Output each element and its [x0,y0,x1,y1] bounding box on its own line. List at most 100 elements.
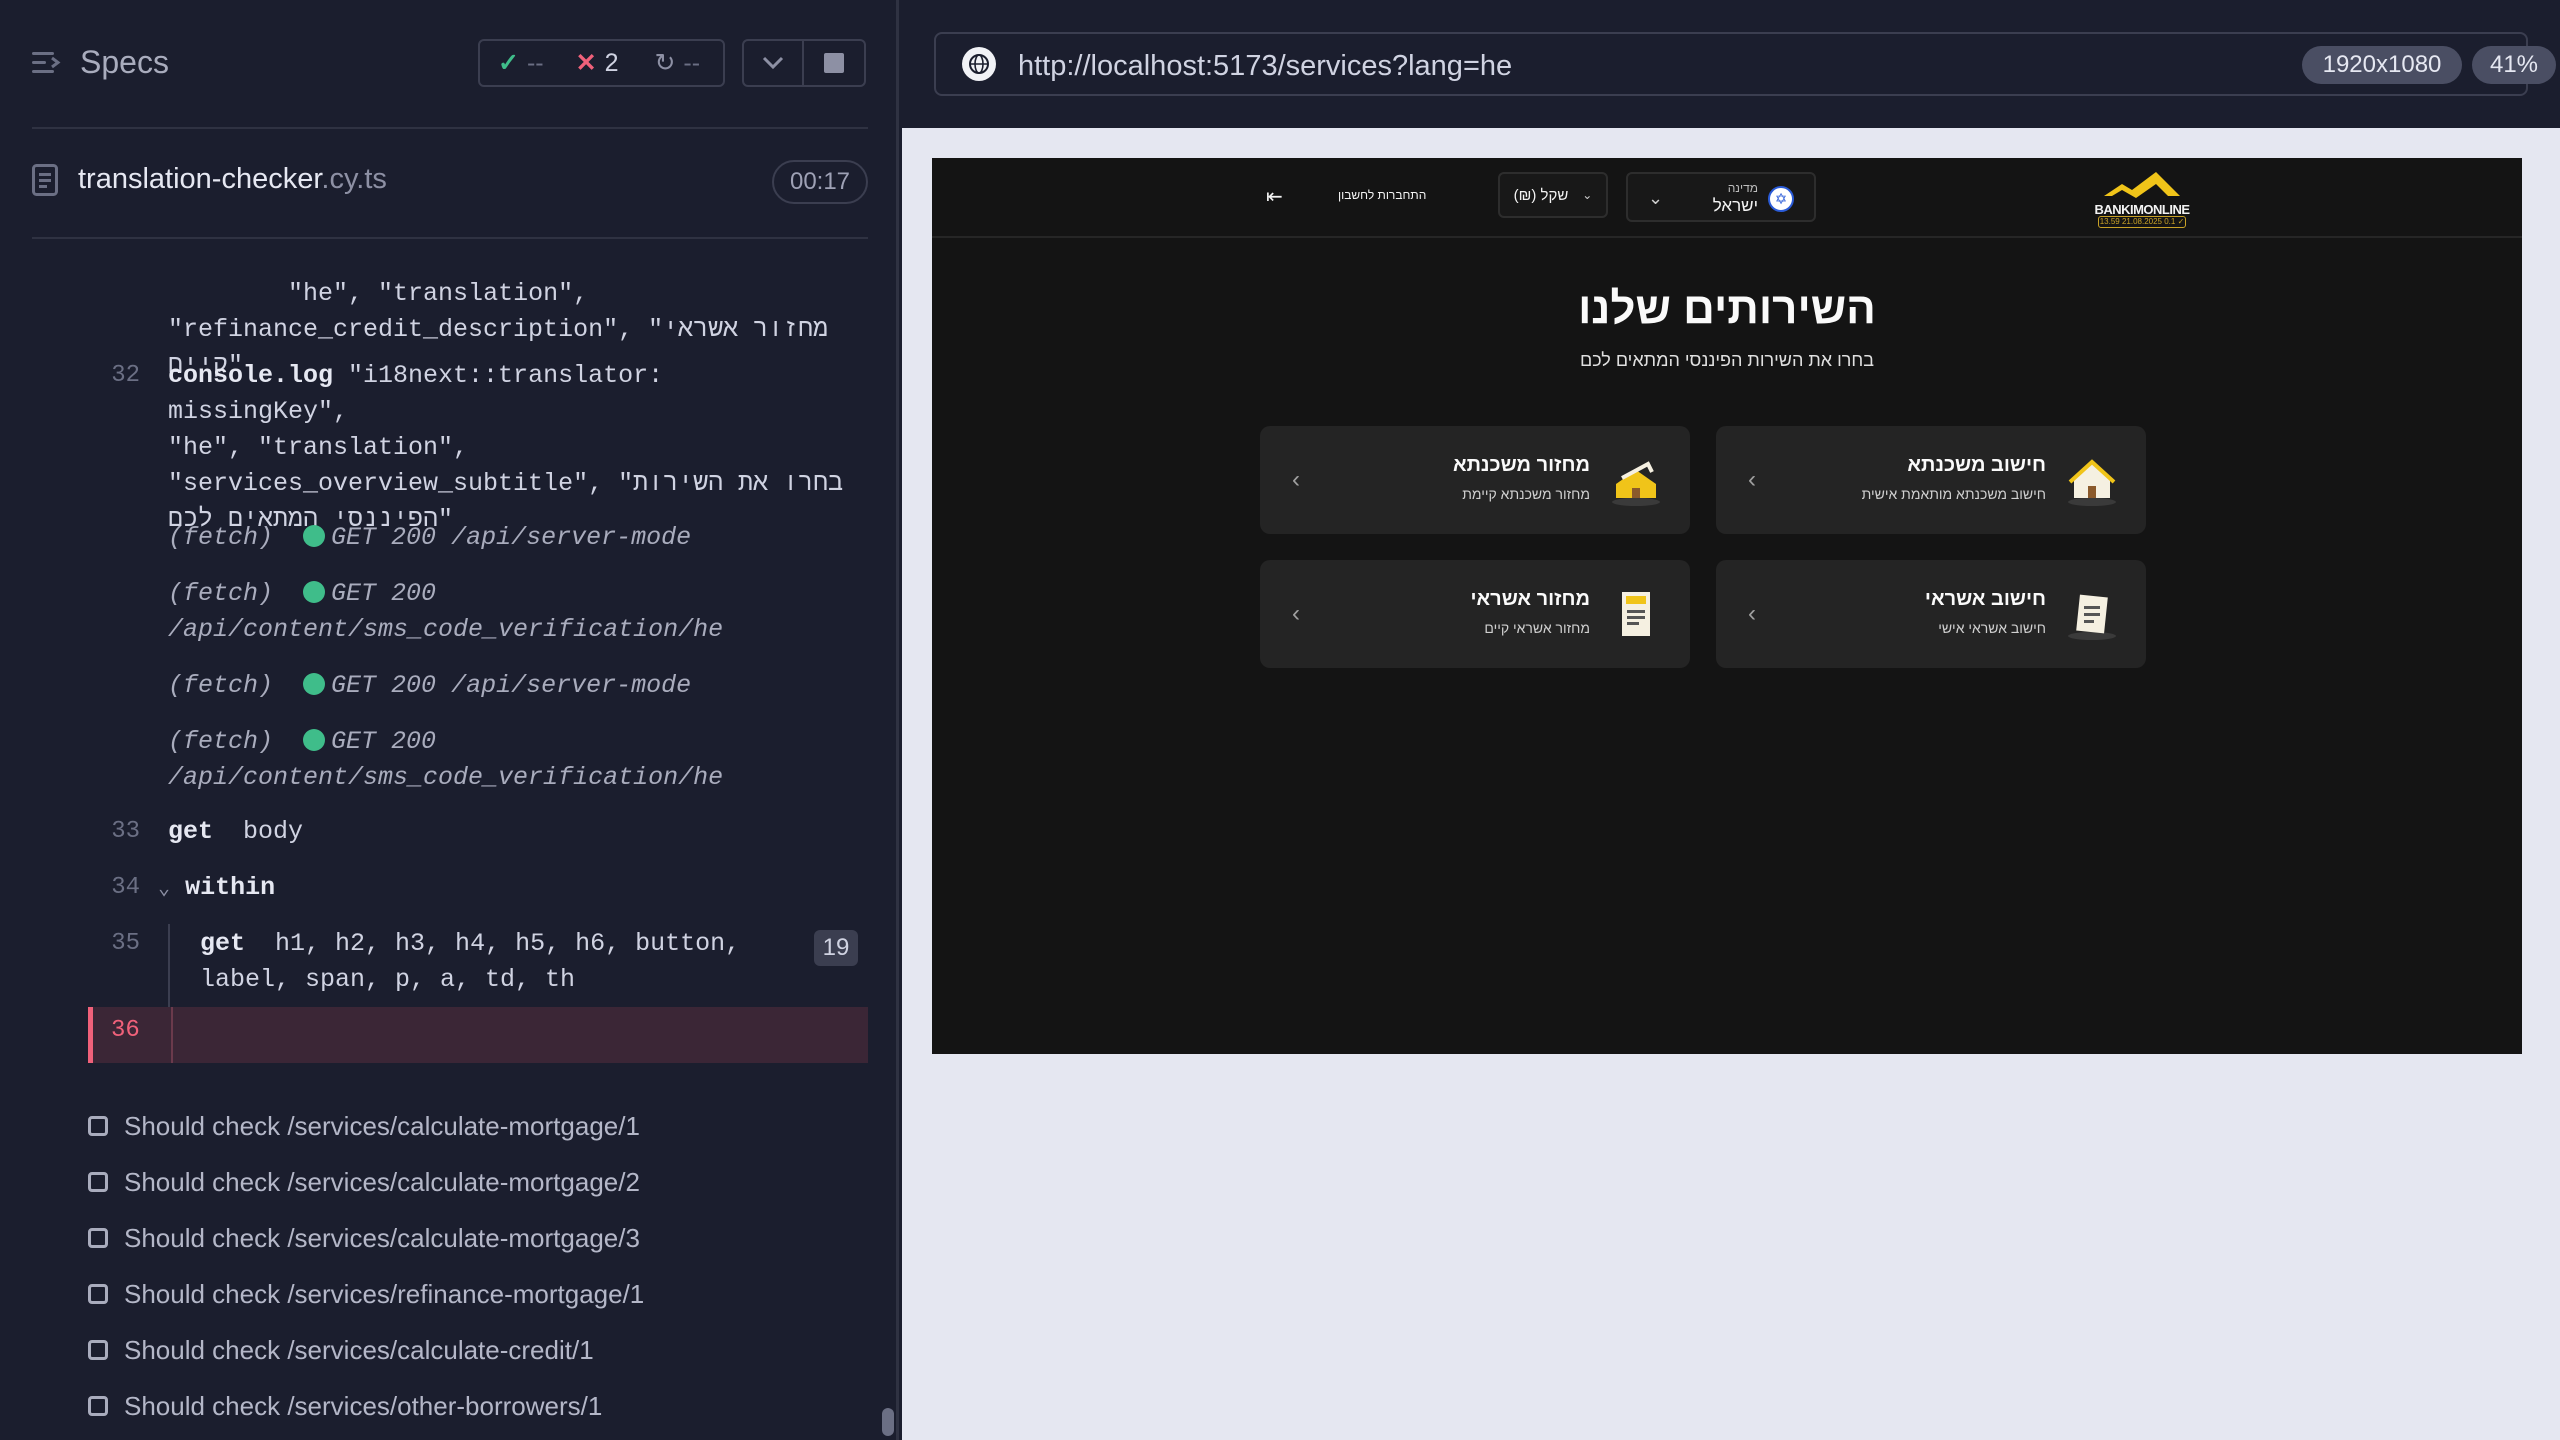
test-status-icon [88,1396,108,1416]
pending-count: -- [683,48,701,77]
test-status-icon [88,1172,108,1192]
pending-icon: ↻ [654,49,676,77]
command-log-entry[interactable]: get body [168,814,848,850]
chevron-down-icon: ⌄ [1648,188,1664,208]
command-number: 36 [111,1017,140,1044]
fetch-path: /api/server-mode [451,671,692,700]
israel-flag-icon: ✡ [1768,186,1794,212]
service-card-refinance-credit[interactable]: מחזור אשראי מחזור אשראי קיים ‹ [1260,560,1690,668]
page-title: השירותים שלנו [1578,284,1876,333]
chevron-down-icon[interactable]: ⌄ [158,878,170,901]
viewport-size[interactable]: 1920x1080 [2302,46,2462,84]
command-name: console.log [168,361,334,390]
fetch-entry[interactable]: (fetch) GET 200 /api/content/sms_code_ve… [168,724,848,796]
card-title: חישוב אשראי [1924,588,2046,610]
passed-icon: ✓ [498,49,519,77]
card-title: מחזור אשראי [1470,588,1591,610]
fetch-path: /api/server-mode [451,523,692,552]
test-status-icon [88,1340,108,1360]
command-log-entry[interactable]: get h1, h2, h3, h4, h5, h6, button, labe… [200,926,800,998]
login-link[interactable]: התחברות לחשבון [1338,188,1426,202]
version-badge: 13.59 21.08.2025 0.1 ✓ [2098,216,2186,228]
refinance-house-icon [1612,461,1660,506]
status-dot-icon [303,581,326,603]
passed-count: -- [526,48,544,77]
login-icon[interactable]: ⇤ [1266,184,1283,209]
spec-file-name: translation-checker [78,163,322,195]
card-desc: חישוב אשראי אישי [1938,620,2046,636]
viewport-zoom[interactable]: 41% [2472,46,2556,84]
expand-button[interactable] [742,39,804,87]
fetch-entry[interactable]: (fetch) GET 200 /api/server-mode [168,668,848,704]
command-name: get [200,929,246,958]
failed-count: 2 [604,48,619,77]
house-icon [2068,459,2116,506]
card-title: מחזור משכנתא [1452,454,1590,476]
status-dot-icon [303,673,326,695]
fetch-label: (fetch) [168,671,274,700]
command-log: "he", "translation", "refinance_credit_d… [0,240,896,1070]
test-item[interactable]: Should check /services/calculate-credit/… [88,1322,644,1378]
country-select[interactable]: ✡ מדינה ישראל ⌄ [1626,172,1816,222]
test-item[interactable]: Should check /services/refinance-mortgag… [88,1266,644,1322]
card-desc: חישוב משכנתא מותאמת אישית [1861,486,2046,502]
specs-toggle[interactable]: Specs [32,44,169,81]
status-dot-icon [303,729,326,751]
aut-panel: http://localhost:5173/services?lang=he 1… [902,0,2560,1440]
specs-label: Specs [80,44,169,80]
app-logo[interactable]: BANKIMONLINE 13.59 21.08.2025 0.1 ✓ [2092,166,2192,228]
test-title: Should check /services/calculate-mortgag… [124,1110,640,1141]
fetch-path: /api/content/sms_code_verification/he [168,763,724,792]
chevron-left-icon: ‹ [1292,600,1300,627]
fetch-label: (fetch) [168,727,274,756]
fetch-entry[interactable]: (fetch) GET 200 /api/server-mode [168,520,848,556]
command-log-entry[interactable]: console.log "i18next::translator: missin… [168,358,848,538]
country-name: ישראל [1712,196,1758,215]
command-log-entry[interactable]: ⌄ within [158,870,838,908]
test-title: Should check /services/calculate-mortgag… [124,1222,640,1253]
command-name: get [168,817,214,846]
currency-value: (₪) שקל [1513,186,1569,204]
command-number: 34 [111,874,140,901]
within-guide [171,1007,173,1063]
test-stats: ✓ -- ✕ 2 ↻ -- [478,39,725,87]
test-title: Should check /services/refinance-mortgag… [124,1278,645,1309]
test-item[interactable]: Should check /services/calculate-mortgag… [88,1210,644,1266]
app-header: BANKIMONLINE 13.59 21.08.2025 0.1 ✓ ✡ מד… [932,158,2522,238]
fetch-method: GET 200 [331,523,437,552]
service-card-refinance-mortgage[interactable]: מחזור משכנתא מחזור משכנתא קיימת ‹ [1260,426,1690,534]
test-item[interactable]: Should check /services/calculate-mortgag… [88,1154,644,1210]
stop-icon [824,53,844,73]
test-title: Should check /services/other-borrowers/1 [124,1390,603,1421]
card-desc: מחזור אשראי קיים [1484,620,1590,636]
command-number: 33 [111,818,140,845]
command-message: body [243,817,304,846]
spec-file-ext: .cy.ts [321,163,387,195]
fetch-entry[interactable]: (fetch) GET 200 /api/content/sms_code_ve… [168,576,848,648]
failed-command[interactable]: 36 [88,1007,868,1063]
fetch-label: (fetch) [168,523,274,552]
currency-select[interactable]: (₪) שקל ⌄ [1498,172,1608,218]
url-bar[interactable]: http://localhost:5173/services?lang=he 1… [934,32,2556,96]
app-viewport: BANKIMONLINE 13.59 21.08.2025 0.1 ✓ ✡ מד… [932,158,2522,1054]
chevron-left-icon: ‹ [1292,466,1300,493]
loan-document-icon [1622,592,1650,636]
card-desc: מחזור משכנתא קיימת [1462,486,1590,502]
file-icon [32,163,58,196]
stop-button[interactable] [804,39,866,87]
service-card-calculate-mortgage[interactable]: חישוב משכנתא חישוב משכנתא מותאמת אישית ‹ [1716,426,2146,534]
command-number: 32 [111,362,140,389]
service-card-calculate-credit[interactable]: חישוב אשראי חישוב אשראי אישי ‹ [1716,560,2146,668]
run-duration: 00:17 [772,160,868,204]
url-text[interactable]: http://localhost:5173/services?lang=he [1018,50,1512,83]
logo-text: BANKIMONLINE [2094,202,2190,217]
scrollbar[interactable] [882,1408,894,1436]
command-number: 35 [111,930,140,957]
url-bar-area: http://localhost:5173/services?lang=he 1… [902,0,2560,128]
chevron-left-icon: ‹ [1748,600,1756,627]
document-icon [2068,594,2116,640]
page-subtitle: בחרו את השירות הפיננסי המתאים לכם [1579,350,1875,370]
test-item[interactable]: Should check /services/calculate-mortgag… [88,1098,644,1154]
command-name: within [185,873,276,902]
test-item[interactable]: Should check /services/other-borrowers/1 [88,1378,644,1434]
